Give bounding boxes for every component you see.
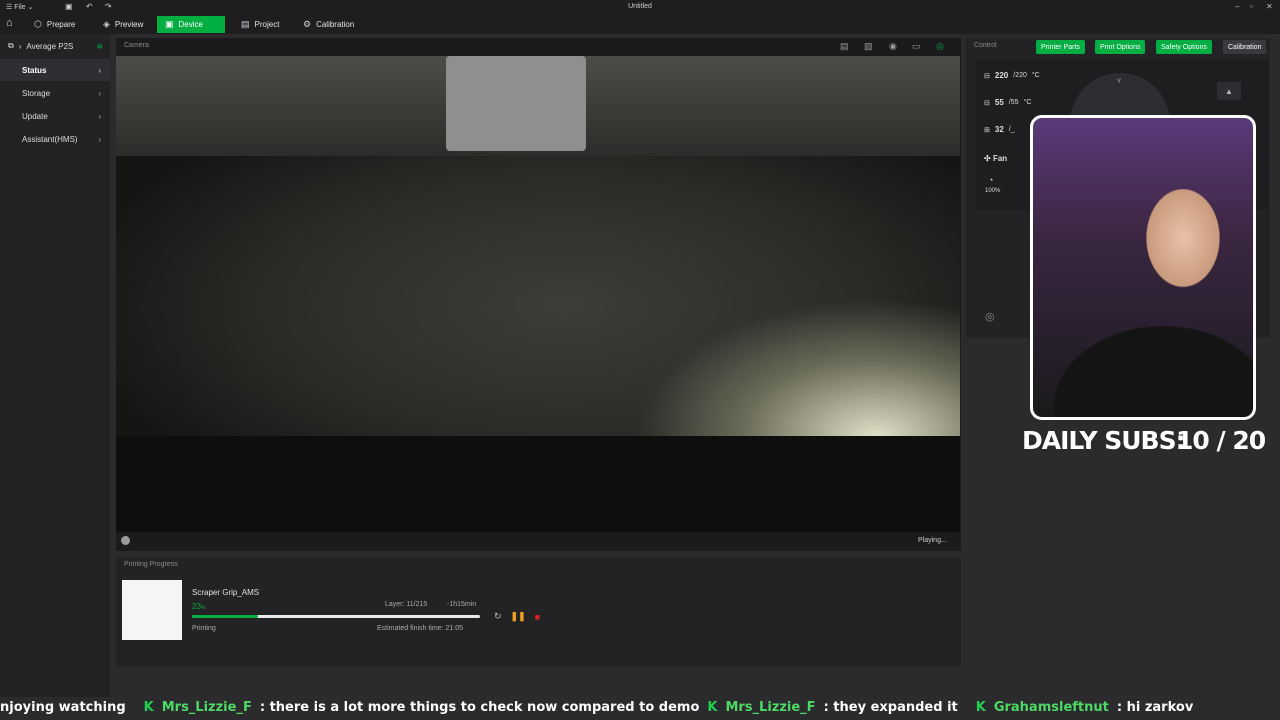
sd-card-icon[interactable]: ▤ (840, 41, 849, 52)
printer-base (116, 436, 960, 532)
chevron-right-icon: › (18, 41, 22, 51)
timelapse-icon[interactable]: ▧ (864, 41, 873, 52)
camera-toggle-icon[interactable]: ◎ (936, 41, 944, 52)
chevron-right-icon: › (98, 111, 101, 121)
file-menu[interactable]: ☰ File ⌄ (6, 3, 33, 11)
estimated-finish-time: Estimated finish time: 21:05 (377, 625, 463, 632)
window-title: Untitled (628, 3, 652, 10)
sidebar-item-status[interactable]: Status › (0, 59, 110, 81)
refresh-icon[interactable]: ↻ (494, 611, 502, 622)
k-badge-icon: K (707, 700, 718, 715)
z-up-button[interactable]: ▲ (1217, 82, 1241, 100)
tab-prepare[interactable]: ⬡ Prepare (26, 16, 83, 33)
k-badge-icon: K (143, 700, 154, 715)
bed-icon: ⊟ (984, 99, 990, 107)
undo-icon[interactable]: ↶ (86, 2, 93, 11)
chat-message: : hi zarkov (1116, 700, 1194, 715)
progress-bar-fill (192, 615, 258, 618)
layer-counter: Layer: 11/215 (385, 601, 428, 608)
project-icon: ▤ (241, 19, 250, 29)
tab-safety-options[interactable]: Safety Options (1156, 40, 1212, 54)
print-status: Printing (192, 625, 216, 632)
chat-ticker: njoying watching K Mrs_Lizzie_F : there … (0, 697, 1280, 720)
wifi-icon: ≋ (96, 41, 104, 51)
chat-username: Mrs_Lizzie_F (725, 700, 816, 715)
model-thumbnail (122, 580, 182, 640)
main-tab-bar: ⌂ ⬡ Prepare ◈ Preview ▣ Device ▤ Project ⚙ Ca… (0, 14, 1280, 34)
k-badge-icon: K (975, 700, 986, 715)
printer-selector[interactable]: ⧉ › Average P2S ≋ (8, 41, 103, 51)
redo-icon[interactable]: ↷ (105, 2, 112, 11)
arrow-up-icon: ▲ (1225, 86, 1233, 96)
pause-icon[interactable]: ❚❚ (511, 611, 526, 622)
fan-icon: ✣ (984, 154, 991, 163)
tab-project[interactable]: ▤ Project (233, 16, 287, 33)
menu-icon: ☰ (6, 4, 13, 11)
printer-icon: ▣ (165, 19, 174, 29)
sidebar-item-update[interactable]: Update › (0, 105, 110, 127)
camera-status: Playing... (918, 537, 947, 544)
device-sidebar: ⧉ › Average P2S ≋ Status › Storage › Updat… (0, 34, 110, 697)
control-title: Control (974, 42, 997, 49)
nozzle-icon: ⊟ (984, 72, 990, 80)
camera-footer (116, 532, 960, 551)
daily-subs-counter: DAILY SUBS: 10 / 20 (1022, 426, 1266, 455)
stop-icon[interactable]: ■ (535, 612, 540, 622)
job-name: Scraper Grip_AMS (192, 588, 260, 597)
camera-title: Camera (124, 42, 149, 49)
layers-icon: ◈ (103, 19, 110, 29)
chat-message: : there is a lot more things to check no… (259, 700, 700, 715)
progress-percent: 23% (192, 602, 206, 611)
chamber-icon: ⊞ (984, 126, 990, 134)
speed-gauge-icon[interactable]: ◔ (988, 175, 993, 185)
chevron-right-icon: › (98, 134, 101, 144)
fan-percent: 100% (985, 188, 1001, 194)
chevron-right-icon: › (98, 88, 101, 98)
chat-username: Grahamsleftnut (993, 700, 1109, 715)
tab-calibration-control[interactable]: Calibration (1223, 40, 1267, 54)
sidebar-item-storage[interactable]: Storage › (0, 82, 110, 104)
chat-username: Mrs_Lizzie_F (161, 700, 252, 715)
chevron-right-icon: › (98, 65, 101, 75)
home-axes-icon[interactable]: ◎ (985, 310, 995, 323)
toolhead (446, 56, 586, 151)
printer-list-icon: ⧉ (8, 41, 14, 50)
sidebar-item-assistant[interactable]: Assistant(HMS) › (0, 128, 110, 150)
camera-settings-icon[interactable] (121, 536, 130, 545)
tab-calibration[interactable]: ⚙ Calibration (295, 16, 362, 33)
ticker-text: njoying watching (0, 700, 126, 715)
title-bar: ☰ File ⌄ ▣ ↶ ↷ Untitled – ▫ ✕ (0, 0, 1280, 14)
calibration-icon: ⚙ (303, 19, 312, 29)
video-icon[interactable]: ▭ (912, 41, 921, 52)
tab-device[interactable]: ▣ Device (157, 16, 225, 33)
progress-title: Printing Progress (124, 561, 178, 568)
chamber-temp[interactable]: ⊞ 32/_ (984, 125, 1015, 134)
fan-section: ✣ Fan (984, 154, 1008, 163)
home-icon[interactable]: ⌂ (6, 17, 13, 29)
light-icon[interactable]: ◉ (889, 41, 897, 52)
nozzle-temp[interactable]: ⊟ 220/220 °C (984, 71, 1040, 80)
bed-temp[interactable]: ⊟ 55/55 °C (984, 98, 1031, 107)
remaining-time: -1h15min (447, 601, 477, 608)
streamer-webcam (1030, 115, 1256, 420)
close-icon[interactable]: ✕ (1266, 2, 1273, 11)
tab-print-options[interactable]: Print Options (1095, 40, 1146, 54)
chat-message: : they expanded it (823, 700, 958, 715)
tab-preview[interactable]: ◈ Preview (95, 16, 151, 33)
maximize-icon[interactable]: ▫ (1250, 2, 1253, 11)
minimize-icon[interactable]: – (1235, 2, 1239, 11)
print-controls: ↻ ❚❚ ■ (494, 611, 540, 622)
cube-icon: ⬡ (34, 19, 42, 29)
camera-feed (116, 56, 960, 532)
save-icon[interactable]: ▣ (65, 2, 73, 11)
tab-printer-parts[interactable]: Printer Parts (1036, 40, 1085, 54)
